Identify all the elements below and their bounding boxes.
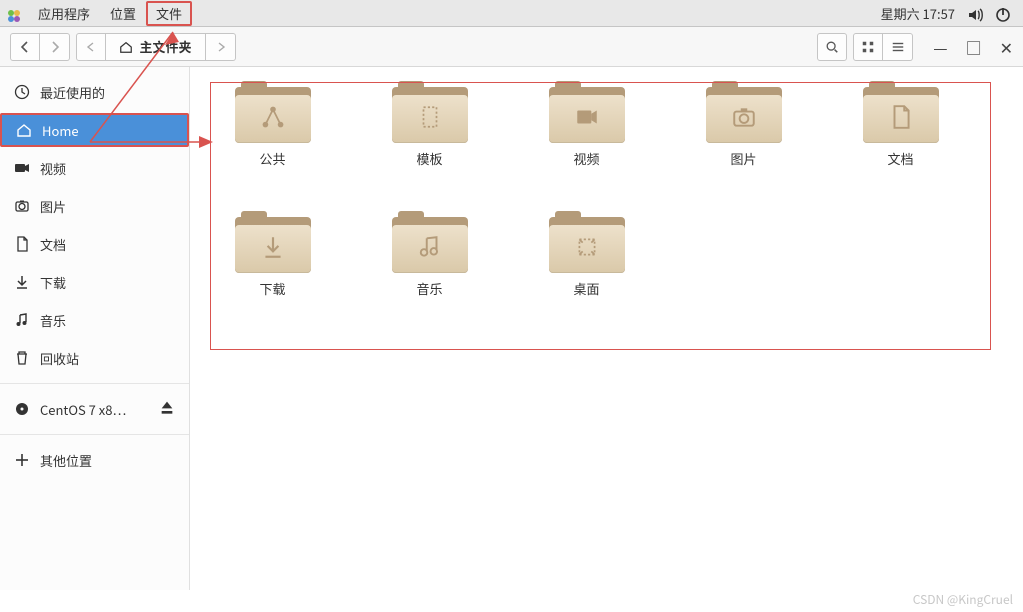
content-area: 公共 模板 视频 图片 文档 下载 音乐	[190, 67, 1023, 590]
folder-item[interactable]: 图片	[665, 71, 822, 201]
sidebar-item-video[interactable]: 视频	[0, 149, 189, 187]
folder-label: 文档	[887, 149, 913, 168]
sidebar-item-downloads[interactable]: 下载	[0, 263, 189, 301]
nav-prev-button[interactable]	[10, 33, 40, 61]
folder-label: 图片	[730, 149, 756, 168]
menu-files[interactable]: 文件	[146, 1, 192, 26]
folder-label: 公共	[259, 149, 285, 168]
sidebar-item-label: 下载	[40, 273, 66, 292]
doc-icon	[888, 104, 914, 134]
folder-label: 音乐	[416, 279, 442, 298]
folder-label: 视频	[573, 149, 599, 168]
download-icon	[260, 234, 286, 264]
template-icon	[417, 104, 443, 134]
window-maximize-button[interactable]: □	[966, 35, 982, 59]
folder-item[interactable]: 下载	[194, 201, 351, 331]
menu-places[interactable]: 位置	[100, 1, 146, 26]
volume-icon[interactable]	[961, 3, 989, 22]
view-icons-button[interactable]	[853, 33, 883, 61]
sidebar-item-label: 音乐	[40, 311, 66, 330]
sidebar-item-pictures[interactable]: 图片	[0, 187, 189, 225]
system-logo-icon	[6, 5, 22, 21]
power-icon[interactable]	[989, 3, 1017, 22]
view-list-button[interactable]	[883, 33, 913, 61]
path-forward-button[interactable]	[206, 33, 236, 61]
folder-icon	[549, 81, 625, 143]
folder-grid: 公共 模板 视频 图片 文档 下载 音乐	[194, 71, 1019, 331]
folder-icon	[392, 81, 468, 143]
search-button[interactable]	[817, 33, 847, 61]
sidebar-item-label: 其他位置	[40, 451, 92, 470]
video-icon	[574, 104, 600, 134]
sidebar-item-docs[interactable]: 文档	[0, 225, 189, 263]
path-back-button[interactable]	[76, 33, 106, 61]
top-menubar: 应用程序 位置 文件 星期六 17:57	[0, 0, 1023, 27]
sidebar-item-disk[interactable]: CentOS 7 x8…	[0, 390, 189, 428]
sidebar-item-label: 回收站	[40, 349, 79, 368]
sidebar-item-label: 最近使用的	[40, 83, 105, 102]
clock-text[interactable]: 星期六 17:57	[875, 4, 961, 23]
window-minimize-button[interactable]: —	[933, 35, 947, 59]
menu-applications[interactable]: 应用程序	[28, 1, 100, 26]
camera-icon	[731, 104, 757, 134]
sidebar-item-label: Home	[42, 121, 79, 140]
share-icon	[260, 104, 286, 134]
path-label: 主文件夹	[139, 37, 191, 56]
folder-icon	[549, 211, 625, 273]
toolbar: 主文件夹 — □ ✕	[0, 27, 1023, 67]
folder-item[interactable]: 视频	[508, 71, 665, 201]
window-close-button[interactable]: ✕	[1000, 35, 1013, 59]
sidebar-item-home[interactable]: Home	[0, 113, 189, 147]
sidebar-item-other[interactable]: 其他位置	[0, 441, 189, 479]
sidebar-item-recent[interactable]: 最近使用的	[0, 73, 189, 111]
watermark: CSDN @KingCruel	[913, 591, 1013, 608]
folder-item[interactable]: 文档	[822, 71, 979, 201]
folder-label: 下载	[259, 279, 285, 298]
eject-icon[interactable]	[159, 399, 175, 419]
folder-label: 桌面	[573, 279, 599, 298]
folder-item[interactable]: 桌面	[508, 201, 665, 331]
folder-icon	[235, 81, 311, 143]
folder-item[interactable]: 模板	[351, 71, 508, 201]
folder-label: 模板	[416, 149, 442, 168]
sidebar-item-label: CentOS 7 x8…	[40, 400, 126, 419]
folder-item[interactable]: 公共	[194, 71, 351, 201]
desktop-icon	[574, 234, 600, 264]
nav-next-button[interactable]	[40, 33, 70, 61]
sidebar-item-music[interactable]: 音乐	[0, 301, 189, 339]
folder-icon	[706, 81, 782, 143]
sidebar-item-label: 图片	[40, 197, 66, 216]
folder-icon	[392, 211, 468, 273]
sidebar-item-label: 视频	[40, 159, 66, 178]
folder-item[interactable]: 音乐	[351, 201, 508, 331]
sidebar-item-trash[interactable]: 回收站	[0, 339, 189, 377]
folder-icon	[235, 211, 311, 273]
sidebar-item-label: 文档	[40, 235, 66, 254]
path-current[interactable]: 主文件夹	[106, 33, 206, 61]
folder-icon	[863, 81, 939, 143]
sidebar: 最近使用的 Home 视频 图片 文档 下载 音乐 回收站	[0, 67, 190, 590]
music-icon	[417, 234, 443, 264]
